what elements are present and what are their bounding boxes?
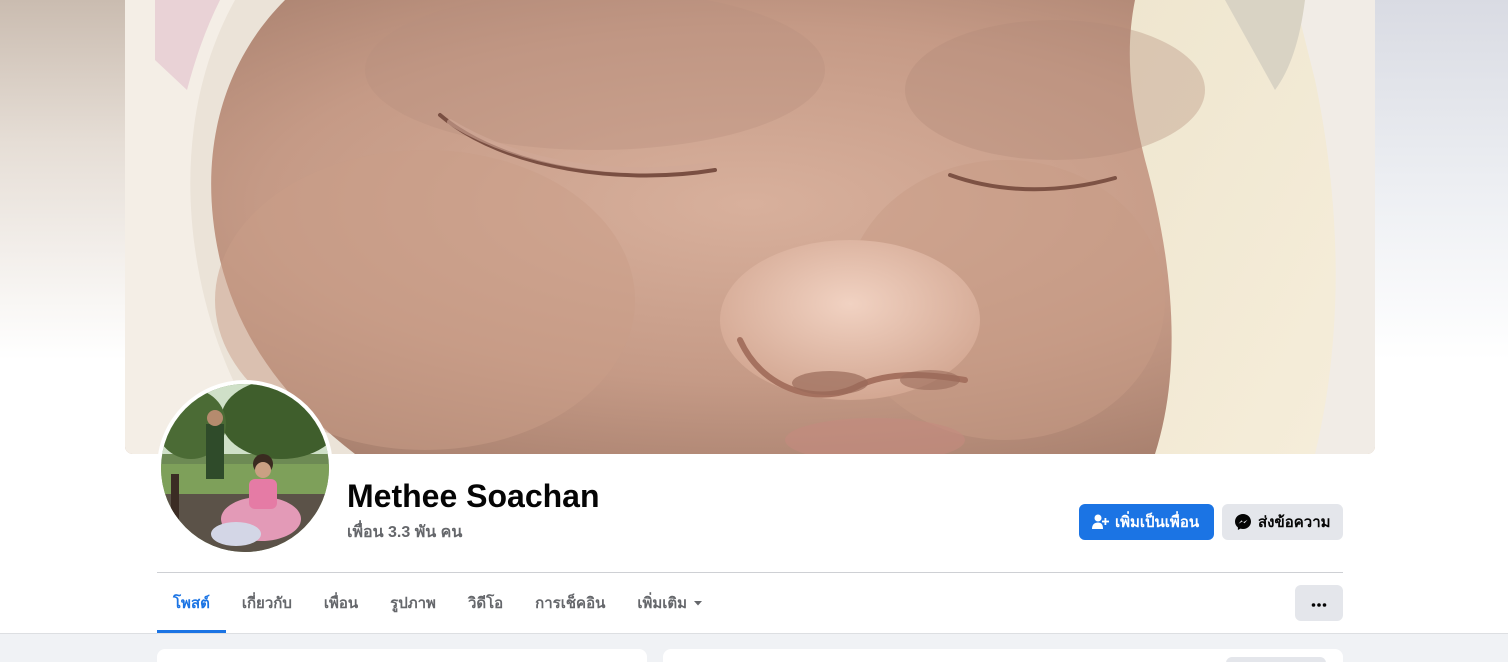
messenger-icon [1234,513,1252,531]
add-friend-label: เพิ่มเป็นเพื่อน [1115,514,1200,531]
cover-backdrop-right [1368,0,1508,360]
message-label: ส่งข้อความ [1258,514,1331,531]
filters-button[interactable] [1226,657,1326,662]
intro-card [157,649,647,662]
tab-label: การเช็คอิน [535,595,606,612]
avatar-photo [161,384,329,552]
tab-label: เกี่ยวกับ [241,595,292,612]
profile-page: Methee Soachan เพื่อน 3.3 พัน คน เพิ่มเป… [0,0,1508,662]
tab-more[interactable]: เพิ่มเติม [621,573,719,633]
add-friend-button[interactable]: เพิ่มเป็นเพื่อน [1079,504,1214,540]
cover-photo[interactable] [125,0,1375,454]
add-friend-icon [1091,513,1109,531]
caret-down-icon [693,598,703,608]
ellipsis-icon [1311,594,1327,612]
friend-count[interactable]: เพื่อน 3.3 พัน คน [347,520,462,545]
tab-label: เพื่อน [323,595,359,612]
tab-friends[interactable]: เพื่อน [308,573,374,633]
tab-photos[interactable]: รูปภาพ [374,573,452,633]
tab-label: โพสต์ [173,595,210,612]
tab-about[interactable]: เกี่ยวกับ [226,573,308,633]
tab-checkins[interactable]: การเช็คอิน [519,573,621,633]
tab-label: รูปภาพ [390,595,436,612]
tab-posts[interactable]: โพสต์ [157,573,226,633]
profile-avatar[interactable] [157,380,333,556]
more-options-button[interactable] [1295,585,1343,621]
tab-label: เพิ่มเติม [637,595,688,612]
profile-tabs: โพสต์ เกี่ยวกับ เพื่อน รูปภาพ วิดีโอ การ… [157,573,719,633]
profile-name: Methee Soachan [347,478,600,514]
tab-videos[interactable]: วิดีโอ [452,573,519,633]
tab-label: วิดีโอ [467,595,504,612]
message-button[interactable]: ส่งข้อความ [1222,504,1343,540]
